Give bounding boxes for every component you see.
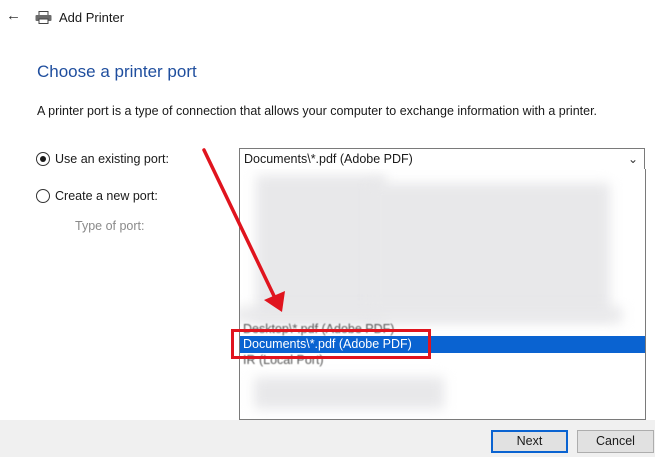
port-select-value: Documents\*.pdf (Adobe PDF) xyxy=(244,152,413,166)
page-description: A printer port is a type of connection t… xyxy=(37,104,598,118)
use-existing-port-option[interactable]: Use an existing port: xyxy=(36,152,169,166)
port-dropdown-list[interactable]: Desktop\*.pdf (Adobe PDF) Documents\*.pd… xyxy=(239,169,646,420)
create-new-port-option[interactable]: Create a new port: xyxy=(36,189,158,203)
title-bar: ← Add Printer xyxy=(0,0,655,34)
redacted-area xyxy=(256,175,386,323)
redacted-area xyxy=(370,183,610,317)
port-select[interactable]: Documents\*.pdf (Adobe PDF) ⌄ xyxy=(239,148,645,170)
chevron-down-icon[interactable]: ⌄ xyxy=(628,152,638,166)
highlight-box xyxy=(231,329,431,359)
dialog-footer: Next Cancel xyxy=(0,420,655,457)
create-new-port-label: Create a new port: xyxy=(55,189,158,203)
next-button[interactable]: Next xyxy=(491,430,568,453)
type-of-port-label: Type of port: xyxy=(75,219,145,233)
window-title: Add Printer xyxy=(59,10,125,25)
create-new-port-radio[interactable] xyxy=(36,189,50,203)
use-existing-port-radio[interactable] xyxy=(36,152,50,166)
use-existing-port-label: Use an existing port: xyxy=(55,152,169,166)
page-heading: Choose a printer port xyxy=(37,62,197,81)
add-printer-dialog: ← Add Printer Choose a printer port A pr… xyxy=(0,0,655,457)
cancel-button[interactable]: Cancel xyxy=(577,430,654,453)
printer-icon xyxy=(35,11,52,24)
redacted-area xyxy=(254,377,444,409)
back-arrow-icon[interactable]: ← xyxy=(6,8,21,23)
